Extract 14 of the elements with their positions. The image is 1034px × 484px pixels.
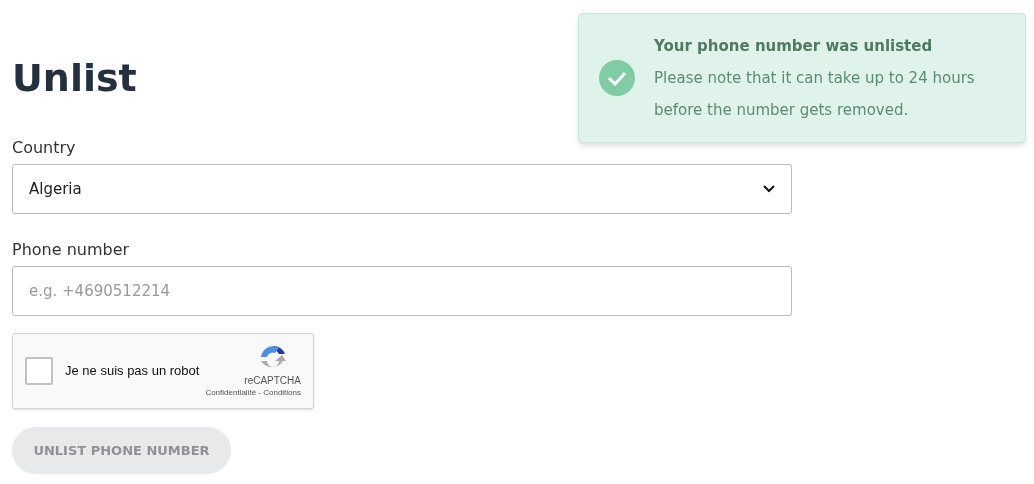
captcha-label: Je ne suis pas un robot [65, 362, 200, 381]
captcha-links[interactable]: Confidentialité - Conditions [205, 387, 301, 399]
page-title: Unlist [12, 55, 137, 102]
select-value: Algeria [29, 178, 82, 200]
phone-input-field[interactable]: e.g. +4690512214 [12, 266, 792, 316]
field-label: Phone number [12, 240, 130, 260]
captcha-brand: reCAPTCHA [244, 375, 301, 387]
chevron-down-icon [763, 185, 775, 193]
country-select[interactable]: Algeria [12, 164, 792, 214]
toast-message: Please note that it can take up to 24 hours before the number gets removed. [654, 68, 976, 121]
toast-title: Your phone number was unlisted [654, 36, 934, 57]
check-circle-icon [599, 60, 635, 96]
field-label: Country [12, 138, 76, 158]
captcha-checkbox[interactable] [25, 357, 53, 385]
